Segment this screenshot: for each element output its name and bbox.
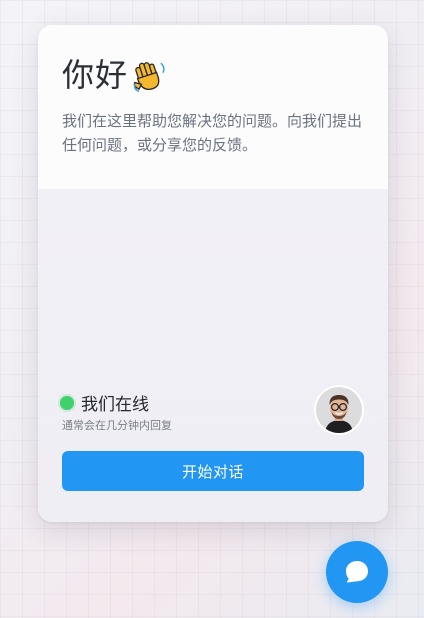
- agent-avatar-icon: [316, 387, 362, 433]
- chat-launcher-button[interactable]: [326, 541, 388, 603]
- chat-bubble-icon: [346, 561, 368, 583]
- greeting-row: 你好: [62, 54, 168, 96]
- status-label: 我们在线: [81, 395, 149, 415]
- start-conversation-button[interactable]: 开始对话: [62, 451, 364, 491]
- widget-header: 你好 我们在这里帮助您解决您的问题。向我们提出任何问题，或分享您的反馈。: [38, 25, 388, 189]
- waving-hand-icon: [133, 62, 165, 92]
- agent-avatar: [316, 387, 362, 433]
- greeting-title: 你好: [62, 56, 129, 94]
- widget-subtitle: 我们在这里帮助您解决您的问题。向我们提出任何问题，或分享您的反馈。: [62, 112, 363, 154]
- chat-widget-panel: 你好 我们在这里帮助您解决您的问题。向我们提出任何问题，或分享您的反馈。 我们在…: [38, 25, 388, 522]
- reply-time-note: 通常会在几分钟内回复: [62, 419, 172, 432]
- online-indicator-icon: [60, 395, 74, 410]
- online-status: 我们在线: [60, 390, 149, 415]
